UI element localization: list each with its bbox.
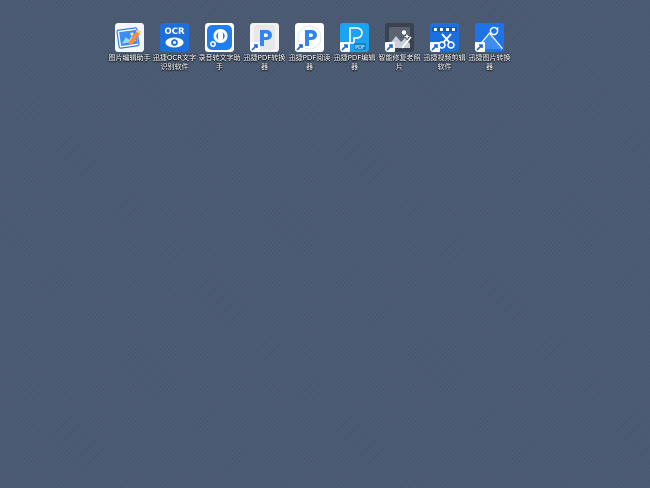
image-converter-icon: [475, 23, 504, 52]
video-cut-icon: [430, 23, 459, 52]
shortcut-arrow-icon: [385, 42, 395, 52]
shortcut-label: 迅捷PDF转换器: [243, 54, 286, 71]
shortcut-label: 迅捷OCR文字识别软件: [152, 54, 197, 71]
shortcut-label: 迅捷PDF编辑器: [333, 54, 376, 71]
audio-to-text-icon: [205, 23, 234, 52]
image-editor-icon: [115, 23, 144, 52]
pdf-editor-icon: PDF: [340, 23, 369, 52]
shortcut-arrow-icon: [250, 42, 260, 52]
shortcut-arrow-icon: [430, 42, 440, 52]
shortcut-label: 迅捷PDF阅读器: [288, 54, 331, 71]
shortcut-arrow-icon: [475, 42, 485, 52]
desktop-background: 图片编辑助手 OCR 迅捷OCR文字识别软件 录音转文字助手 迅捷PDF转换器 …: [0, 0, 650, 488]
shortcut-image-converter[interactable]: 迅捷图片转换器: [467, 23, 512, 72]
shortcut-arrow-icon: [340, 42, 350, 52]
shortcut-label: 录音转文字助手: [198, 54, 241, 71]
svg-text:OCR: OCR: [164, 27, 184, 37]
photo-restore-icon: [385, 23, 414, 52]
shortcut-label: 智能修复老照片: [378, 54, 421, 71]
shortcut-ocr[interactable]: OCR 迅捷OCR文字识别软件: [152, 23, 197, 72]
shortcut-image-editor[interactable]: 图片编辑助手: [107, 23, 152, 72]
desktop-icon-row: 图片编辑助手 OCR 迅捷OCR文字识别软件 录音转文字助手 迅捷PDF转换器 …: [107, 23, 512, 72]
shortcut-audio-to-text[interactable]: 录音转文字助手: [197, 23, 242, 72]
shortcut-video-editor[interactable]: 迅捷视频剪辑软件: [422, 23, 467, 72]
shortcut-pdf-editor[interactable]: PDF 迅捷PDF编辑器: [332, 23, 377, 72]
shortcut-label: 迅捷图片转换器: [468, 54, 511, 71]
shortcut-arrow-icon: [295, 42, 305, 52]
shortcut-pdf-converter[interactable]: 迅捷PDF转换器: [242, 23, 287, 72]
pdf-reader-icon: [295, 23, 324, 52]
pdf-converter-icon: [250, 23, 279, 52]
shortcut-photo-restore[interactable]: 智能修复老照片: [377, 23, 422, 72]
shortcut-pdf-reader[interactable]: 迅捷PDF阅读器: [287, 23, 332, 72]
shortcut-label: 图片编辑助手: [108, 54, 151, 62]
shortcut-label: 迅捷视频剪辑软件: [423, 54, 466, 71]
ocr-eye-icon: OCR: [160, 23, 189, 52]
svg-text:PDF: PDF: [355, 45, 365, 51]
